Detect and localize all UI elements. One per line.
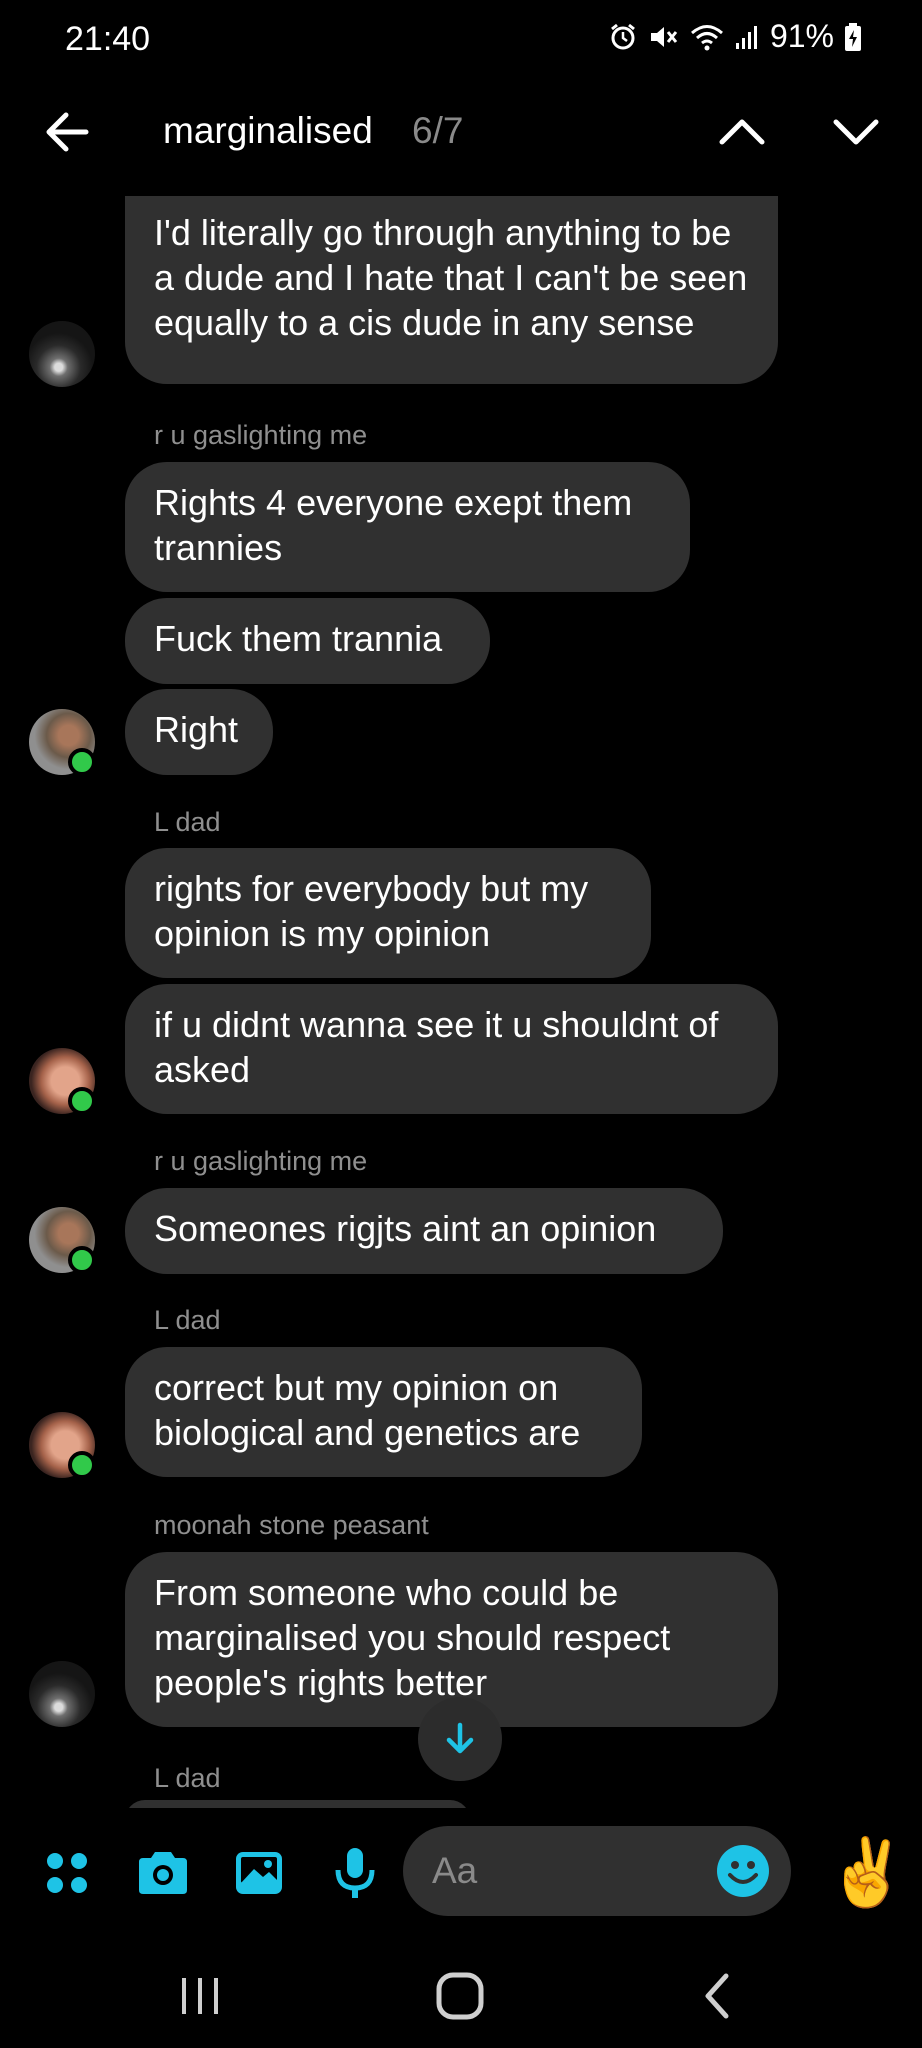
alarm-icon bbox=[611, 23, 635, 49]
microphone-icon[interactable] bbox=[326, 1844, 384, 1902]
avatar[interactable] bbox=[29, 321, 95, 387]
message-bubble[interactable]: I'd literally go through anything to be … bbox=[125, 196, 778, 384]
online-indicator bbox=[68, 748, 96, 776]
avatar[interactable] bbox=[29, 1661, 95, 1727]
search-header: marginalised 6/7 bbox=[0, 90, 922, 174]
back-icon[interactable] bbox=[688, 1966, 748, 2026]
status-time: 21:40 bbox=[65, 20, 151, 58]
previous-match-chevron-up-icon[interactable] bbox=[712, 104, 772, 160]
sender-name: moonah stone peasant bbox=[154, 1510, 429, 1540]
home-icon[interactable] bbox=[430, 1966, 490, 2026]
message-bubble[interactable]: correct but my opinion on biological and… bbox=[125, 1347, 642, 1477]
camera-icon[interactable] bbox=[134, 1844, 192, 1902]
signal-icon bbox=[735, 25, 757, 49]
scroll-to-bottom-button[interactable] bbox=[418, 1697, 502, 1781]
sender-name: L dad bbox=[154, 807, 221, 837]
message-input[interactable]: Aa bbox=[403, 1826, 791, 1916]
message-bubble[interactable]: if u didnt wanna see it u shouldnt of as… bbox=[125, 984, 778, 1114]
online-indicator bbox=[68, 1451, 96, 1479]
message-bubble[interactable]: Rights 4 everyone exept them trannies bbox=[125, 462, 690, 592]
message-bubble[interactable]: Someones rigjts aint an opinion bbox=[125, 1188, 723, 1274]
avatar[interactable] bbox=[29, 1207, 96, 1274]
message-bubble[interactable]: Right bbox=[125, 689, 273, 775]
apps-menu-icon[interactable] bbox=[38, 1844, 96, 1902]
sender-name: L dad bbox=[154, 1763, 221, 1793]
message-bubble[interactable]: rights for everybody but my opinion is m… bbox=[125, 848, 651, 978]
battery-percent: 91% bbox=[769, 18, 834, 54]
sender-name: r u gaslighting me bbox=[154, 1146, 368, 1176]
status-bar: 21:40 91% bbox=[0, 0, 922, 80]
avatar[interactable] bbox=[29, 1412, 96, 1479]
arrow-down-icon bbox=[446, 1722, 474, 1754]
back-arrow-icon[interactable] bbox=[38, 104, 98, 160]
search-query[interactable]: marginalised bbox=[163, 110, 373, 152]
online-indicator bbox=[68, 1087, 96, 1115]
avatar[interactable] bbox=[29, 709, 96, 776]
quick-reaction-button[interactable]: ✌️ bbox=[826, 1832, 908, 1912]
avatar[interactable] bbox=[29, 1048, 96, 1115]
sender-name: r u gaslighting me bbox=[154, 420, 368, 450]
emoji-picker-icon[interactable] bbox=[715, 1843, 771, 1899]
system-navigation-bar bbox=[0, 1938, 922, 2048]
next-match-chevron-down-icon[interactable] bbox=[826, 104, 886, 160]
message-list[interactable]: I'd literally go through anything to be … bbox=[0, 196, 922, 1808]
battery-icon bbox=[845, 22, 861, 51]
status-icons: 91% bbox=[608, 18, 862, 55]
sender-name: L dad bbox=[154, 1305, 221, 1335]
message-bubble-partial[interactable] bbox=[125, 1800, 470, 1808]
message-input-placeholder: Aa bbox=[432, 1850, 478, 1891]
online-indicator bbox=[68, 1246, 96, 1274]
match-count: 6/7 bbox=[412, 110, 464, 151]
recent-apps-icon[interactable] bbox=[170, 1966, 230, 2026]
wifi-icon bbox=[690, 24, 723, 50]
message-bubble[interactable]: Fuck them trannia bbox=[125, 598, 490, 684]
gallery-icon[interactable] bbox=[230, 1844, 288, 1902]
mute-icon bbox=[650, 26, 678, 47]
message-composer: Aa ✌️ bbox=[0, 1808, 922, 1938]
